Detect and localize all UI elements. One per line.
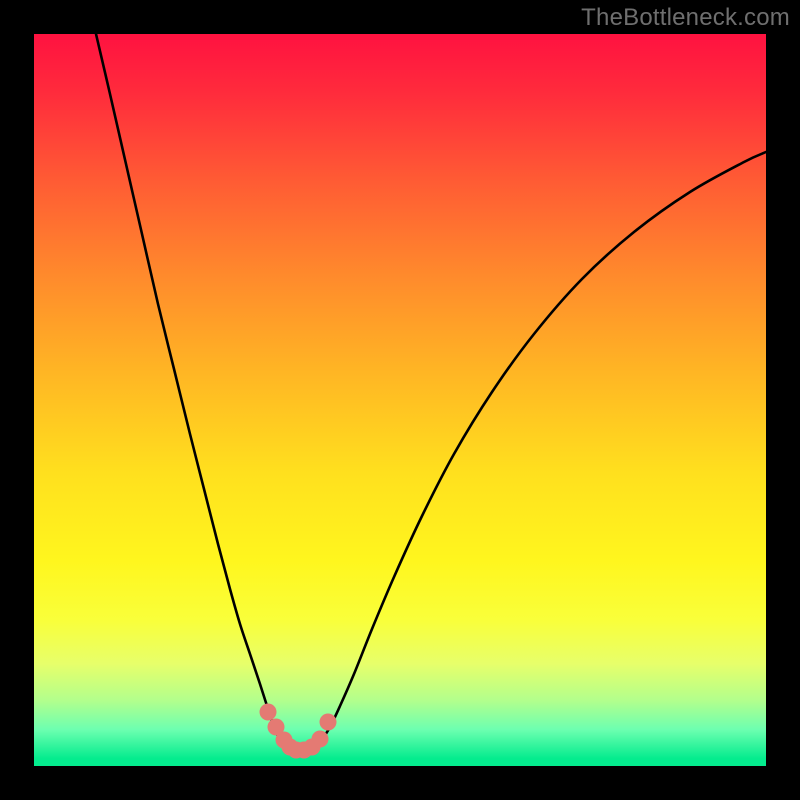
watermark-text: TheBottleneck.com [581, 4, 790, 32]
plot-area [34, 34, 766, 766]
dot-marker [260, 704, 277, 721]
right-curve [298, 152, 766, 750]
dot-marker [312, 731, 329, 748]
dot-marker [320, 714, 337, 731]
chart-frame: TheBottleneck.com [0, 0, 800, 800]
bottom-dots [260, 704, 337, 759]
curve-overlay [34, 34, 766, 766]
left-curve [96, 34, 298, 750]
